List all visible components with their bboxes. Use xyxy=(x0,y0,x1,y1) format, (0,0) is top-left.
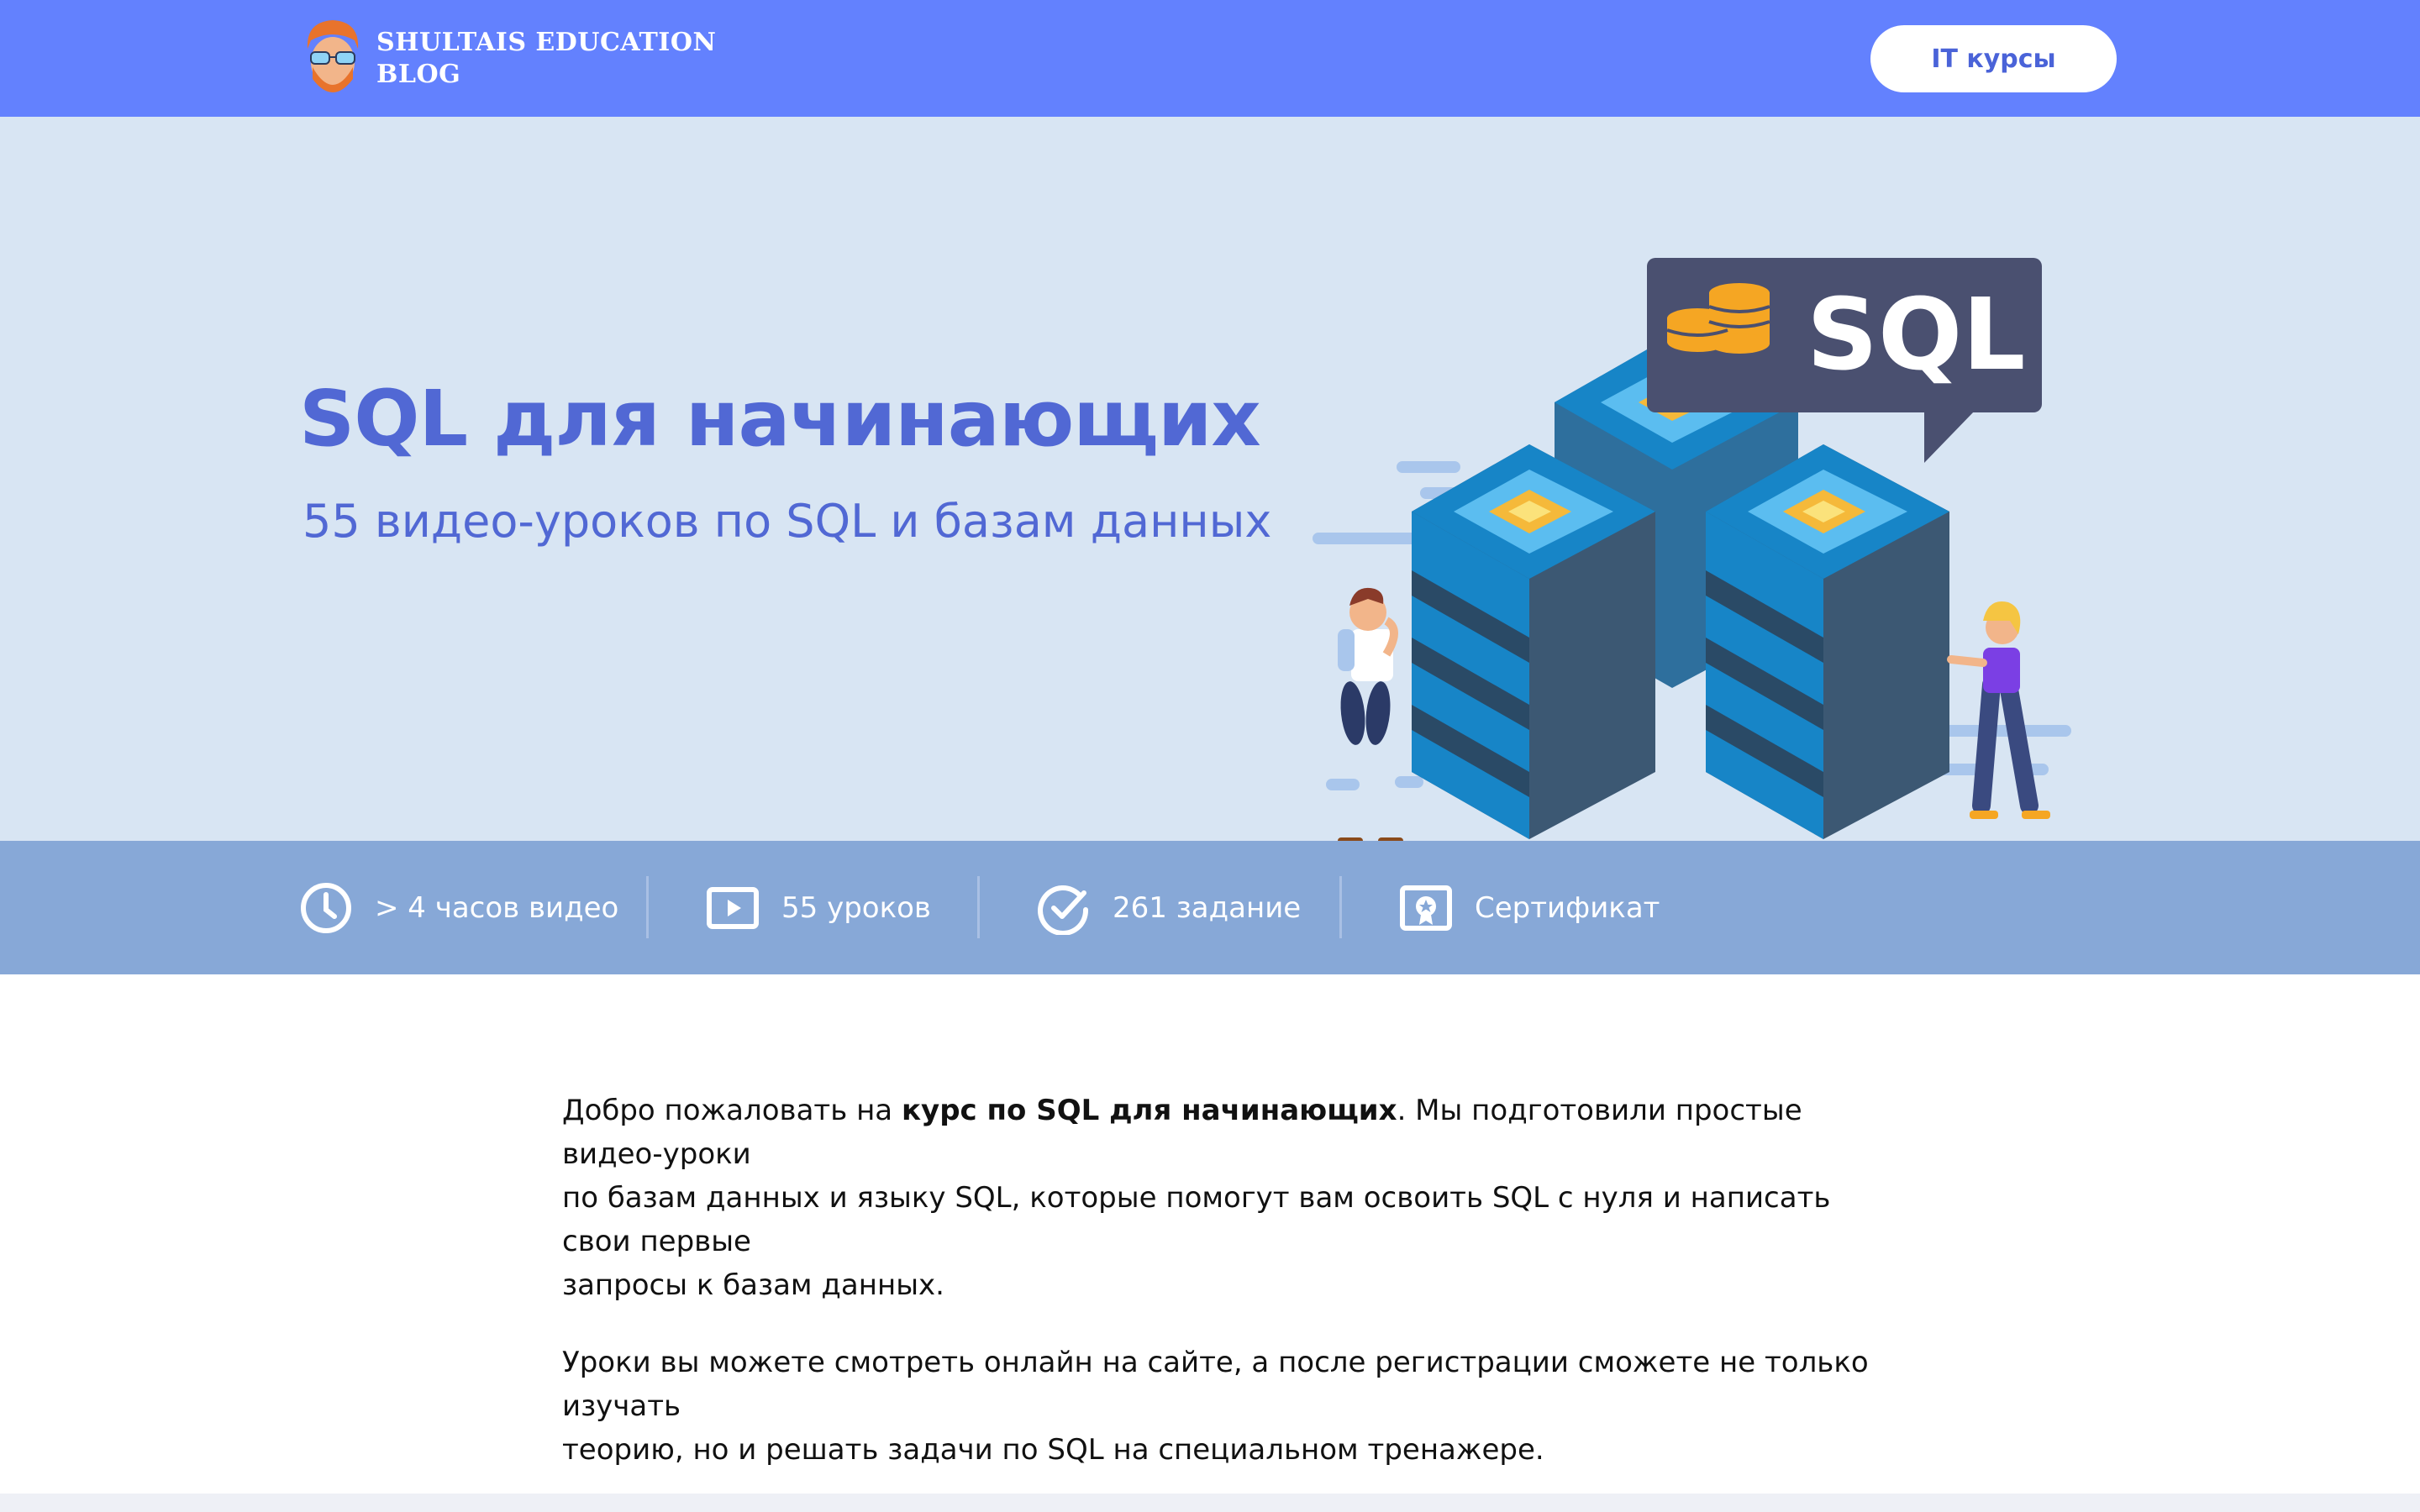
logo-text: SHULTAIS EDUCATION BLOG xyxy=(376,27,716,91)
server-stack-right xyxy=(1706,444,1949,839)
feature-video-hours: > 4 часов видео xyxy=(299,841,618,974)
sql-database-illustration: SQL xyxy=(1313,258,2071,841)
page-subtitle: 55 видео-уроков по SQL и базам данных xyxy=(302,495,1272,548)
intro-text: запросы к базам данных. xyxy=(562,1268,944,1302)
certificate-icon xyxy=(1399,881,1453,935)
intro-text: по базам данных и языку SQL, которые пом… xyxy=(562,1181,1831,1258)
course-name-bold: курс по SQL для начинающих xyxy=(901,1094,1397,1127)
server-stack-left xyxy=(1412,444,1655,839)
check-circle-icon xyxy=(1037,881,1091,935)
blog-logo[interactable]: SHULTAIS EDUCATION BLOG xyxy=(299,15,716,102)
lessons-text: теорию, но и решать задачи по SQL на спе… xyxy=(562,1433,1544,1467)
course-description: Добро пожаловать на курс по SQL для начи… xyxy=(562,1089,1873,1505)
lessons-text: Уроки вы можете смотреть онлайн на сайте… xyxy=(562,1346,1869,1423)
sql-badge-text: SQL xyxy=(1807,276,2026,392)
footer-strip xyxy=(0,1494,2420,1512)
lessons-paragraph: Уроки вы можете смотреть онлайн на сайте… xyxy=(562,1341,1873,1472)
woman-figure xyxy=(1947,601,2050,819)
feature-divider xyxy=(1339,876,1342,938)
it-courses-button[interactable]: IT курсы xyxy=(1870,25,2117,92)
feature-divider xyxy=(646,876,649,938)
feature-lessons: 55 уроков xyxy=(706,841,931,974)
feature-label: Сертификат xyxy=(1475,890,1660,925)
video-play-icon xyxy=(706,881,760,935)
clock-icon xyxy=(299,881,353,935)
feature-divider xyxy=(977,876,980,938)
man-figure xyxy=(1338,587,1403,841)
site-header: SHULTAIS EDUCATION BLOG IT курсы xyxy=(0,0,2420,117)
feature-label: 55 уроков xyxy=(781,890,931,925)
logo-line-1: SHULTAIS EDUCATION xyxy=(376,28,717,57)
feature-tasks: 261 задание xyxy=(1037,841,1301,974)
feature-label: 261 задание xyxy=(1113,890,1302,925)
features-bar: > 4 часов видео 55 уроков 261 задание Се… xyxy=(0,841,2420,974)
intro-paragraph: Добро пожаловать на курс по SQL для начи… xyxy=(562,1089,1873,1307)
feature-certificate: Сертификат xyxy=(1399,841,1660,974)
intro-text: Добро пожаловать на xyxy=(562,1094,902,1127)
avatar-logo-icon xyxy=(307,20,359,92)
page-title: SQL для начинающих xyxy=(299,374,1261,464)
logo-line-2: BLOG xyxy=(376,60,461,89)
feature-label: > 4 часов видео xyxy=(375,890,619,925)
